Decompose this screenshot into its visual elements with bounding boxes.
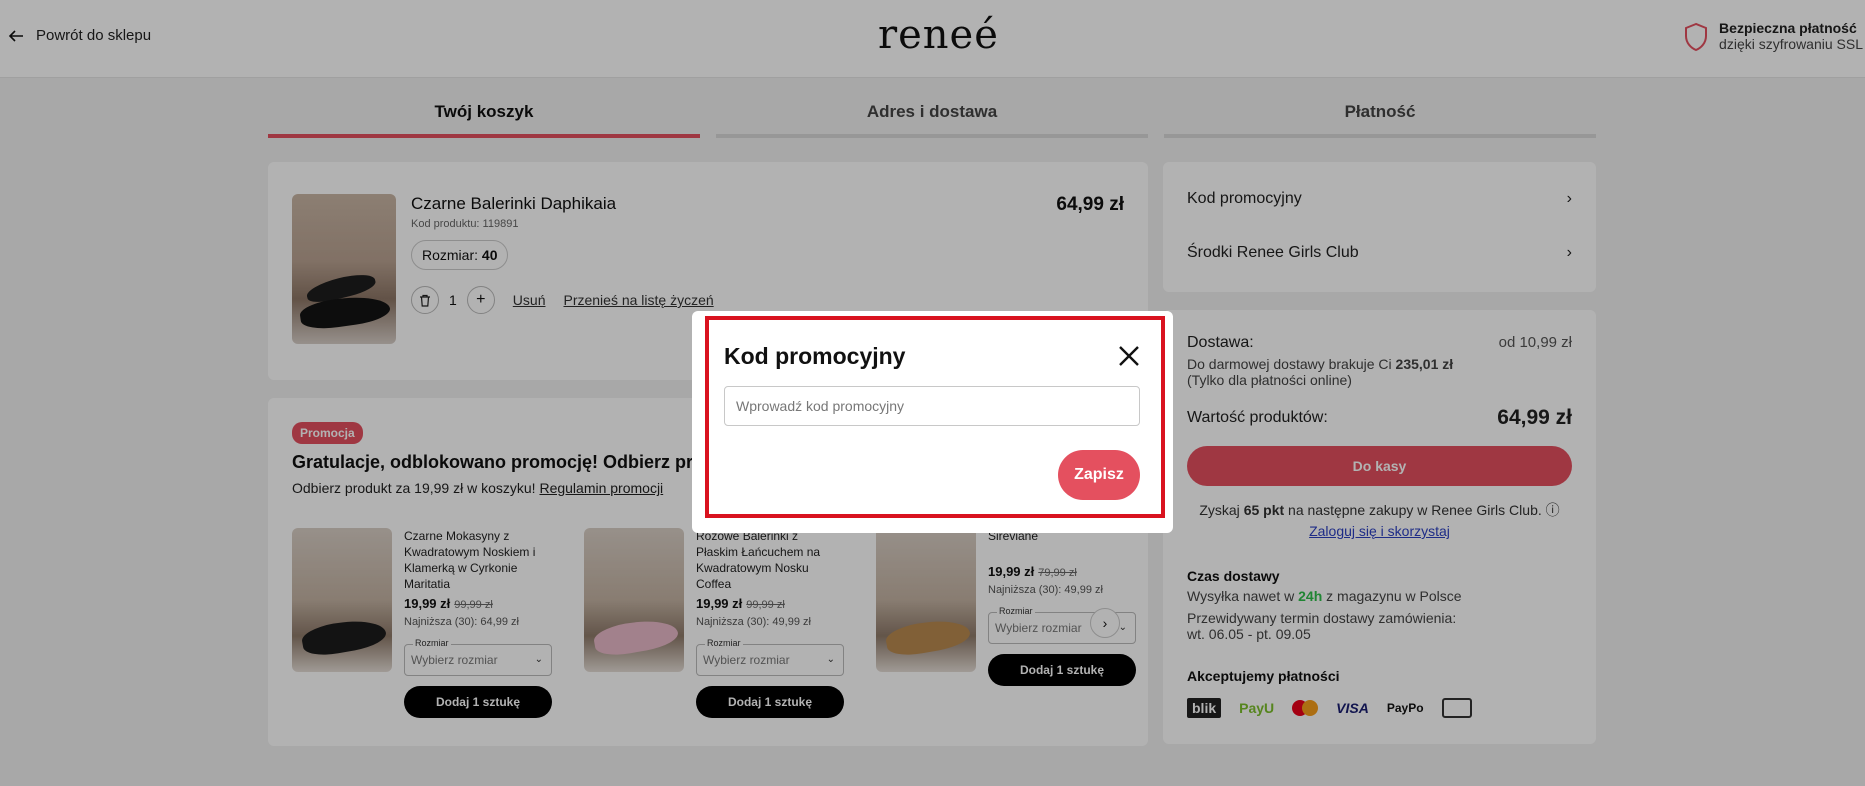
modal-title: Kod promocyjny (724, 343, 906, 369)
promo-code-input[interactable] (724, 386, 1140, 426)
promo-code-modal: Kod promocyjny Zapisz (692, 311, 1173, 533)
save-button[interactable]: Zapisz (1058, 450, 1140, 500)
close-icon[interactable] (1116, 343, 1142, 369)
